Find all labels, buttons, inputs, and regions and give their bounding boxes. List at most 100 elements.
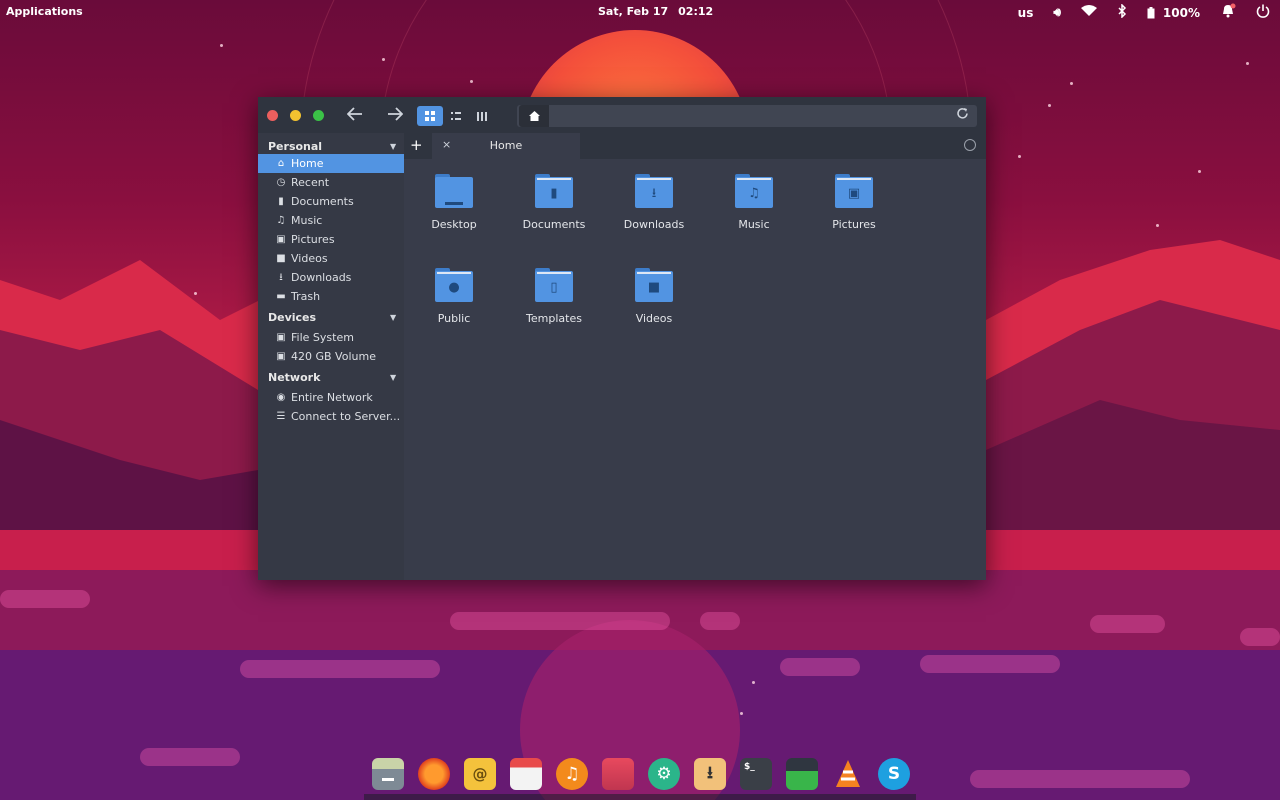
maximize-window-button[interactable] bbox=[313, 110, 324, 121]
server-icon: ☰ bbox=[276, 411, 286, 422]
bluetooth-icon[interactable] bbox=[1117, 3, 1127, 21]
calendar-icon[interactable] bbox=[510, 758, 542, 790]
sidebar-item-trash[interactable]: ▬ Trash bbox=[258, 287, 404, 306]
home-icon[interactable] bbox=[519, 105, 549, 127]
terminal-icon[interactable]: $_ bbox=[740, 758, 772, 790]
photos-icon[interactable] bbox=[602, 758, 634, 790]
applications-menu[interactable]: Applications bbox=[6, 5, 83, 18]
drive-icon: ▣ bbox=[276, 332, 286, 343]
sidebar-item-pictures[interactable]: ▣ Pictures bbox=[258, 230, 404, 249]
document-icon: ▮ bbox=[278, 196, 284, 207]
mail-icon[interactable]: @ bbox=[464, 758, 496, 790]
clock-indicator[interactable]: Sat, Feb 17 02:12 bbox=[598, 5, 723, 18]
sidebar-item-label: Downloads bbox=[291, 271, 352, 284]
system-monitor-icon[interactable] bbox=[786, 758, 818, 790]
reload-icon[interactable] bbox=[956, 107, 969, 124]
tab-home[interactable]: × Home bbox=[432, 133, 580, 159]
firefox-icon[interactable] bbox=[418, 758, 450, 790]
file-item-desktop[interactable]: Desktop bbox=[409, 174, 499, 231]
tab-label: Home bbox=[489, 139, 523, 152]
files-app-icon[interactable] bbox=[372, 758, 404, 790]
sidebar-item-connect-server[interactable]: ☰ Connect to Server... bbox=[258, 407, 404, 426]
file-item-music[interactable]: ♫ Music bbox=[709, 174, 799, 231]
date-label: Sat, Feb 17 bbox=[598, 5, 669, 18]
settings-icon[interactable]: ⚙ bbox=[648, 758, 680, 790]
file-name: Documents bbox=[522, 218, 586, 231]
battery-percentage: 100% bbox=[1162, 5, 1200, 20]
chevron-down-icon[interactable]: ▼ bbox=[390, 142, 396, 151]
chevron-down-icon[interactable]: ▼ bbox=[390, 313, 396, 322]
sidebar-item-volume[interactable]: ▣ 420 GB Volume bbox=[258, 347, 404, 366]
vlc-icon[interactable] bbox=[832, 758, 864, 790]
tab-history-icon[interactable] bbox=[964, 139, 976, 151]
file-item-documents[interactable]: ▮ Documents bbox=[509, 174, 599, 231]
home-icon: ⌂ bbox=[277, 158, 285, 169]
sidebar-section-network[interactable]: Network bbox=[268, 371, 320, 384]
sidebar-item-entire-network[interactable]: ◉ Entire Network bbox=[258, 388, 404, 407]
close-window-button[interactable] bbox=[267, 110, 278, 121]
system-tray: us 🔊︎ 100% bbox=[998, 3, 1270, 22]
file-name: Pictures bbox=[832, 218, 876, 231]
wifi-icon[interactable] bbox=[1080, 5, 1097, 20]
sidebar-item-videos[interactable]: ■ Videos bbox=[258, 249, 404, 268]
power-icon[interactable] bbox=[1256, 4, 1270, 21]
sidebar-item-label: Home bbox=[291, 157, 324, 170]
sidebar-item-documents[interactable]: ▮ Documents bbox=[258, 192, 404, 211]
tab-bar: + × Home bbox=[404, 133, 986, 159]
dock: @ ♫ ⚙ ⭳ $_ S bbox=[364, 752, 916, 800]
sidebar-item-label: Videos bbox=[291, 252, 328, 265]
keyboard-layout-indicator[interactable]: us bbox=[1018, 6, 1034, 20]
file-item-videos[interactable]: ■ Videos bbox=[609, 268, 699, 325]
file-item-downloads[interactable]: ⭳ Downloads bbox=[609, 174, 699, 231]
icon-view-button[interactable] bbox=[417, 106, 443, 126]
trash-icon: ▬ bbox=[276, 291, 286, 302]
desktop-folder-icon bbox=[435, 174, 473, 208]
sidebar-item-label: File System bbox=[291, 331, 354, 344]
view-mode-switcher bbox=[417, 106, 495, 126]
clock-icon: ◷ bbox=[276, 177, 286, 188]
music-icon: ♫ bbox=[276, 215, 286, 226]
forward-button[interactable] bbox=[384, 106, 406, 126]
video-icon: ■ bbox=[276, 253, 286, 264]
top-panel: Applications Sat, Feb 17 02:12 us 🔊︎ 100% bbox=[0, 0, 1280, 24]
skype-icon[interactable]: S bbox=[878, 758, 910, 790]
sidebar-item-music[interactable]: ♫ Music bbox=[258, 211, 404, 230]
sidebar: Personal ▼ ⌂ Home ◷ Recent ▮ Documents ♫… bbox=[258, 133, 404, 580]
downloader-icon[interactable]: ⭳ bbox=[694, 758, 726, 790]
sidebar-item-file-system[interactable]: ▣ File System bbox=[258, 328, 404, 347]
file-item-public[interactable]: ● Public bbox=[409, 268, 499, 325]
minimize-window-button[interactable] bbox=[290, 110, 301, 121]
chevron-down-icon[interactable]: ▼ bbox=[390, 373, 396, 382]
sidebar-item-label: Pictures bbox=[291, 233, 335, 246]
file-item-templates[interactable]: ▯ Templates bbox=[509, 268, 599, 325]
sidebar-section-personal[interactable]: Personal bbox=[268, 140, 322, 153]
dock-shelf bbox=[364, 794, 916, 800]
file-name: Downloads bbox=[623, 218, 685, 231]
music-folder-icon: ♫ bbox=[735, 174, 773, 208]
new-tab-button[interactable]: + bbox=[410, 136, 423, 154]
list-view-button[interactable] bbox=[443, 106, 469, 126]
picture-icon: ▣ bbox=[276, 234, 286, 245]
sidebar-item-label: Documents bbox=[291, 195, 354, 208]
back-button[interactable] bbox=[344, 106, 366, 126]
sidebar-item-label: Music bbox=[291, 214, 323, 227]
sidebar-item-downloads[interactable]: ⭳ Downloads bbox=[258, 268, 404, 287]
location-bar[interactable] bbox=[517, 105, 977, 127]
sidebar-section-devices[interactable]: Devices bbox=[268, 311, 316, 324]
battery-icon[interactable]: 100% bbox=[1147, 6, 1200, 20]
file-item-pictures[interactable]: ▣ Pictures bbox=[809, 174, 899, 231]
sidebar-item-label: Entire Network bbox=[291, 391, 373, 404]
drive-icon: ▣ bbox=[276, 351, 286, 362]
documents-folder-icon: ▮ bbox=[535, 174, 573, 208]
sidebar-item-home[interactable]: ⌂ Home bbox=[258, 154, 404, 173]
headerbar bbox=[258, 97, 986, 133]
sidebar-item-recent[interactable]: ◷ Recent bbox=[258, 173, 404, 192]
file-view: Desktop ▮ Documents ⭳ Downloads ♫ Music bbox=[404, 159, 986, 580]
volume-icon[interactable]: 🔊︎ bbox=[1053, 5, 1061, 20]
sidebar-item-label: Trash bbox=[291, 290, 321, 303]
pictures-folder-icon: ▣ bbox=[835, 174, 873, 208]
music-player-icon[interactable]: ♫ bbox=[556, 758, 588, 790]
sidebar-item-label: 420 GB Volume bbox=[291, 350, 376, 363]
column-view-button[interactable] bbox=[469, 106, 495, 126]
notification-bell-icon[interactable] bbox=[1220, 3, 1236, 22]
